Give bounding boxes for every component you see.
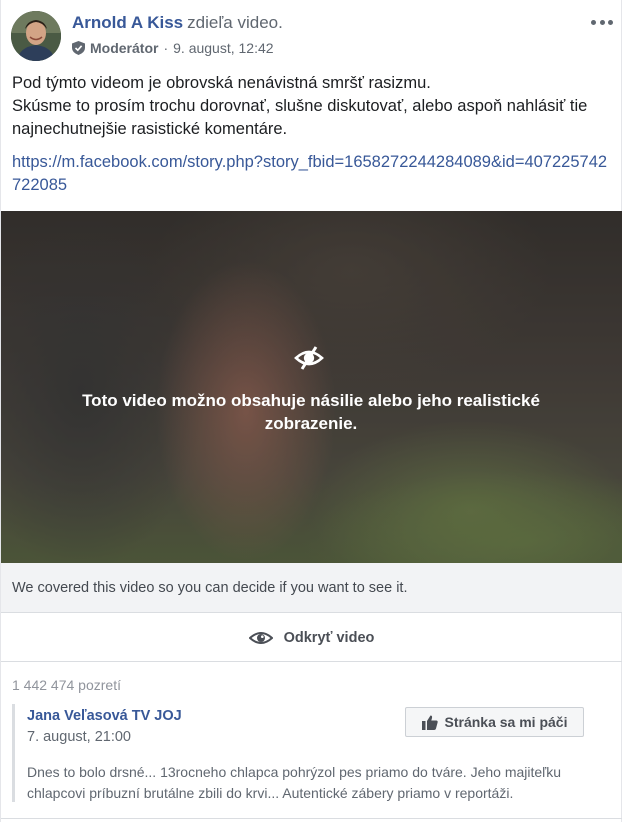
moderator-shield-icon [72, 41, 85, 55]
author-avatar[interactable] [11, 11, 61, 61]
post-text-line: Skúsme to prosím trochu dorovnať, slušne… [12, 97, 588, 138]
divider [1, 818, 622, 822]
eye-icon [248, 631, 273, 644]
covered-video[interactable]: Toto video možno obsahuje násilie alebo … [1, 211, 622, 563]
shared-source-block: Jana Veľasová TV JOJ 7. august, 21:00 St… [12, 704, 612, 802]
thumbs-up-icon [421, 715, 438, 730]
post-timestamp[interactable]: 9. august, 12:42 [173, 40, 273, 56]
reveal-video-label: Odkryť video [283, 629, 375, 646]
covered-notice-text: We covered this video so you can decide … [12, 580, 408, 596]
source-description: Dnes to bolo drsné... 13rocneho chlapca … [27, 764, 562, 801]
moderator-badge: Moderátor [90, 40, 159, 56]
reveal-video-button[interactable]: Odkryť video [1, 614, 622, 662]
author-action: zdieľa video. [187, 13, 283, 32]
meta-separator: · [163, 40, 169, 56]
post-meta: Moderátor · 9. august, 12:42 [72, 40, 274, 56]
eye-off-icon [294, 346, 324, 370]
more-options-icon[interactable] [589, 12, 615, 32]
like-page-label: Stránka sa mi páči [444, 714, 568, 730]
author-line: Arnold A Kiss zdieľa video. [72, 13, 283, 33]
shared-video-post: Arnold A Kiss zdieľa video. Moderátor · 9… [0, 0, 622, 822]
author-name[interactable]: Arnold A Kiss [72, 13, 183, 32]
post-text: Pod týmto videom je obrovská nenávistná … [12, 72, 612, 141]
post-link[interactable]: https://m.facebook.com/story.php?story_f… [12, 151, 612, 197]
view-count: 1 442 474 pozretí [12, 677, 121, 693]
source-timestamp[interactable]: 7. august, 21:00 [27, 729, 131, 745]
source-page-name[interactable]: Jana Veľasová TV JOJ [27, 708, 182, 724]
like-page-button[interactable]: Stránka sa mi páči [405, 707, 584, 737]
covered-notice-bar: We covered this video so you can decide … [1, 563, 622, 613]
post-text-line: Pod týmto videom je obrovská nenávistná … [12, 74, 431, 92]
video-warning-text: Toto video možno obsahuje násilie alebo … [82, 391, 540, 433]
